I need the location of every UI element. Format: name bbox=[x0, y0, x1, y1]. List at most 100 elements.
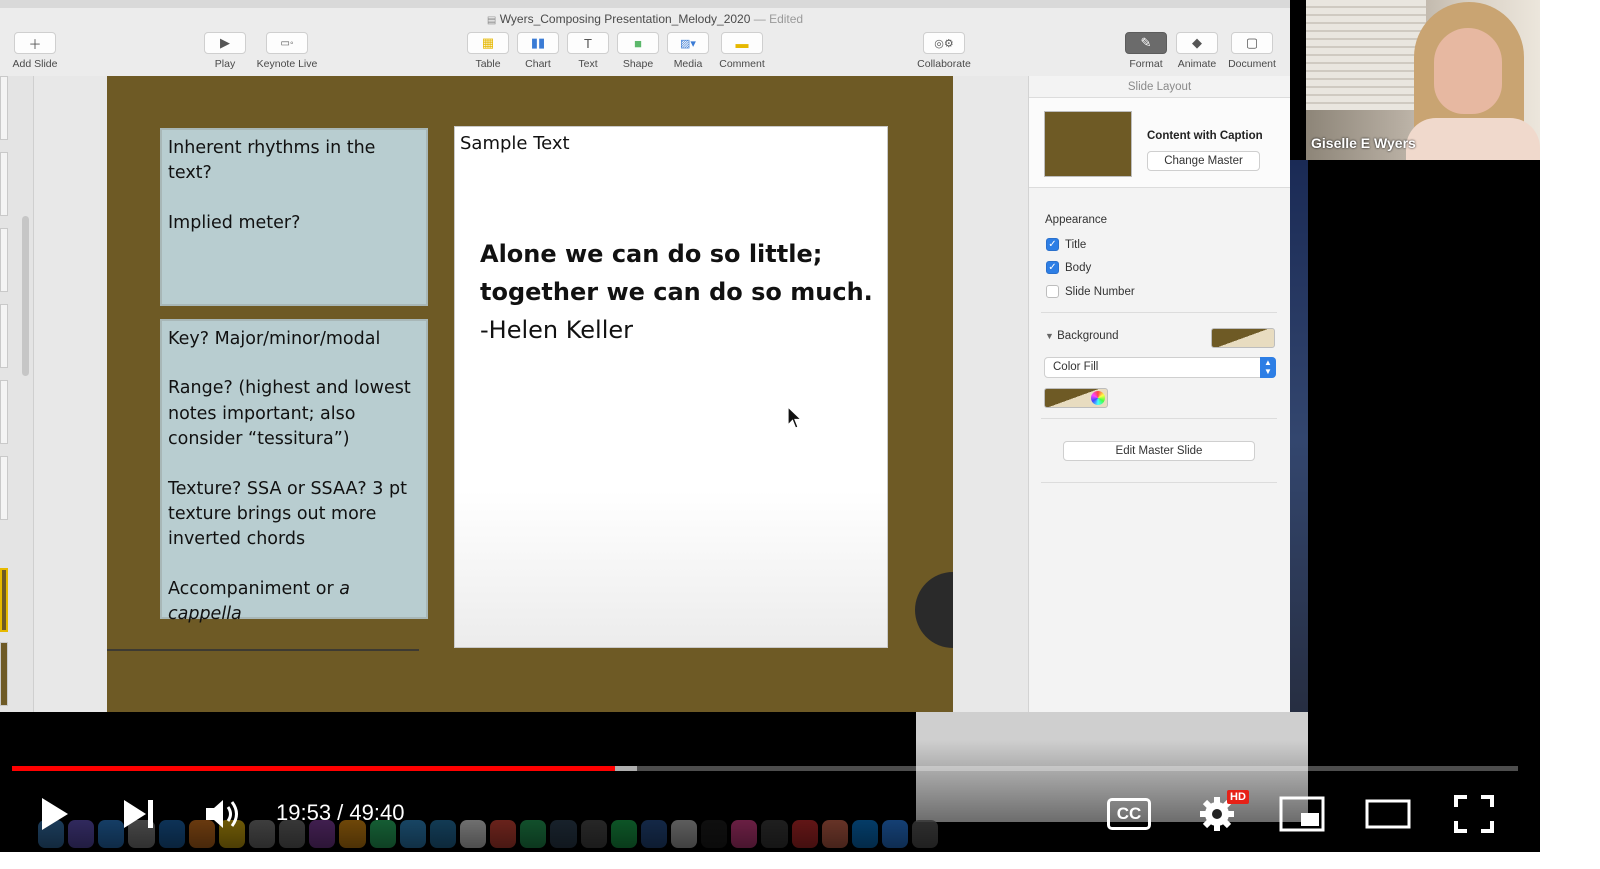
accompaniment-prefix: Accompaniment or bbox=[168, 578, 340, 599]
decorative-circle bbox=[915, 572, 953, 648]
skip-next-icon bbox=[124, 800, 153, 828]
theater-mode-button[interactable] bbox=[1364, 790, 1412, 838]
fullscreen-button[interactable] bbox=[1450, 790, 1498, 838]
slide-navigator[interactable] bbox=[0, 76, 34, 712]
background-swatch[interactable] bbox=[1211, 328, 1275, 348]
edited-indicator: — Edited bbox=[753, 12, 804, 26]
slide-thumbnail[interactable] bbox=[0, 76, 8, 140]
slide-thumbnail[interactable] bbox=[0, 642, 8, 706]
animate-button[interactable]: ◆ Animate bbox=[1174, 32, 1220, 70]
divider bbox=[1041, 312, 1277, 313]
slide-thumbnail[interactable] bbox=[0, 152, 8, 216]
layout-name: Content with Caption bbox=[1147, 130, 1263, 142]
questions-card-top[interactable]: Inherent rhythms in the text? Implied me… bbox=[160, 128, 428, 306]
document-icon: ▤ bbox=[486, 15, 497, 26]
color-wheel-icon[interactable] bbox=[1091, 391, 1105, 405]
table-button[interactable]: ▦ Table bbox=[466, 32, 510, 70]
slide-thumbnail[interactable] bbox=[0, 304, 8, 368]
divider bbox=[1041, 482, 1277, 483]
animate-label: Animate bbox=[1177, 58, 1217, 70]
format-button[interactable]: ✎ Format bbox=[1122, 32, 1170, 70]
document-button[interactable]: ▢ Document bbox=[1224, 32, 1280, 70]
document-title: Wyers_Composing Presentation_Melody_2020 bbox=[499, 12, 751, 26]
webcam-view: Giselle E Wyers bbox=[1306, 0, 1540, 160]
document-icon-button: ▢ bbox=[1231, 32, 1273, 54]
slide-thumbnail[interactable] bbox=[0, 380, 8, 444]
plus-icon: ＋ bbox=[14, 32, 56, 54]
sample-text-label: Sample Text bbox=[460, 133, 570, 154]
progress-played bbox=[12, 766, 615, 771]
quote-author: -Helen Keller bbox=[480, 316, 634, 344]
color-well[interactable] bbox=[1044, 388, 1108, 408]
collaborate-button[interactable]: ◎⚙ Collaborate bbox=[912, 32, 976, 70]
rhythm-question: Inherent rhythms in the text? bbox=[168, 138, 376, 184]
sample-text-box[interactable]: Sample Text Alone we can do so little; t… bbox=[454, 126, 888, 648]
table-label: Table bbox=[475, 58, 501, 70]
text-button[interactable]: T Text bbox=[566, 32, 610, 70]
mute-button[interactable] bbox=[200, 790, 248, 838]
play-button-player[interactable] bbox=[32, 790, 76, 838]
add-slide-button[interactable]: ＋ Add Slide bbox=[10, 32, 60, 70]
appearance-label: Appearance bbox=[1045, 214, 1108, 226]
format-label: Format bbox=[1129, 58, 1163, 70]
keynote-live-button[interactable]: ▭◦ Keynote Live bbox=[252, 32, 322, 70]
format-inspector: Slide Layout Content with Caption Change… bbox=[1028, 76, 1290, 712]
decorative-line bbox=[107, 649, 419, 651]
disclosure-triangle-icon: ▼ bbox=[1045, 331, 1054, 341]
shape-label: Shape bbox=[622, 58, 654, 70]
miniplayer-icon bbox=[1279, 796, 1325, 832]
next-video-button[interactable] bbox=[116, 790, 160, 838]
play-button[interactable]: ▶ Play bbox=[202, 32, 248, 70]
video-frame[interactable]: ▤ Wyers_Composing Presentation_Melody_20… bbox=[0, 0, 1540, 852]
shape-button[interactable]: ■ Shape bbox=[616, 32, 660, 70]
chart-button[interactable]: ▮▮ Chart bbox=[516, 32, 560, 70]
slide-canvas[interactable]: Inherent rhythms in the text? Implied me… bbox=[34, 76, 1028, 712]
meter-question: Implied meter? bbox=[168, 212, 301, 233]
play-icon: ▶ bbox=[204, 32, 246, 54]
media-label: Media bbox=[673, 58, 703, 70]
title-checkbox[interactable]: ✓ Title bbox=[1046, 238, 1086, 251]
window-title-bar: ▤ Wyers_Composing Presentation_Melody_20… bbox=[0, 8, 1290, 30]
questions-card-bottom[interactable]: Key? Major/minor/modal Range? (highest a… bbox=[160, 319, 428, 624]
slide-thumbnail[interactable] bbox=[0, 228, 8, 292]
comment-icon: ▬ bbox=[721, 32, 763, 54]
fill-type-value: Color Fill bbox=[1053, 361, 1099, 373]
quote-block: Alone we can do so little; together we c… bbox=[480, 235, 880, 349]
media-icon: ▨▾ bbox=[667, 32, 709, 54]
keynote-window: ▤ Wyers_Composing Presentation_Melody_20… bbox=[0, 8, 1290, 712]
animate-icon: ◆ bbox=[1176, 32, 1218, 54]
slide-number-checkbox-label: Slide Number bbox=[1065, 285, 1135, 298]
chart-label: Chart bbox=[525, 58, 551, 70]
paintbrush-icon: ✎ bbox=[1125, 32, 1167, 54]
progress-bar[interactable] bbox=[12, 766, 1518, 771]
comment-label: Comment bbox=[719, 58, 765, 70]
captions-button[interactable]: CC bbox=[1106, 790, 1152, 838]
title-checkbox-label: Title bbox=[1065, 238, 1087, 251]
slide-layout-section: Content with Caption Change Master bbox=[1029, 98, 1290, 188]
background-section-toggle[interactable]: ▼ Background bbox=[1045, 330, 1119, 342]
miniplayer-button[interactable] bbox=[1278, 790, 1326, 838]
slide[interactable]: Inherent rhythms in the text? Implied me… bbox=[107, 76, 953, 712]
volume-icon bbox=[206, 800, 238, 828]
time-display: 19:53 / 49:40 bbox=[276, 800, 405, 825]
text-icon: T bbox=[567, 32, 609, 54]
accompaniment-question: Accompaniment or a cappella bbox=[168, 577, 420, 628]
range-question: Range? (highest and lowest notes importa… bbox=[168, 378, 411, 450]
fill-type-select[interactable]: Color Fill ▲ ▼ bbox=[1044, 357, 1276, 378]
slide-number-checkbox[interactable]: Slide Number bbox=[1046, 285, 1135, 298]
edit-master-slide-button[interactable]: Edit Master Slide bbox=[1063, 441, 1255, 461]
body-checkbox[interactable]: ✓ Body bbox=[1046, 261, 1091, 274]
master-thumbnail[interactable] bbox=[1044, 111, 1132, 177]
slide-thumbnail-selected[interactable] bbox=[0, 568, 8, 632]
hd-badge: HD bbox=[1227, 790, 1249, 804]
navigator-scrollbar[interactable] bbox=[22, 216, 29, 376]
keynote-live-icon: ▭◦ bbox=[266, 32, 308, 54]
media-button[interactable]: ▨▾ Media bbox=[666, 32, 710, 70]
comment-button[interactable]: ▬ Comment bbox=[716, 32, 768, 70]
mac-menubar bbox=[0, 0, 1290, 8]
participant-name: Giselle E Wyers bbox=[1311, 135, 1416, 151]
change-master-button[interactable]: Change Master bbox=[1147, 151, 1260, 171]
presenter-face bbox=[1434, 28, 1502, 114]
keynote-live-label: Keynote Live bbox=[256, 58, 318, 70]
slide-thumbnail[interactable] bbox=[0, 456, 8, 520]
